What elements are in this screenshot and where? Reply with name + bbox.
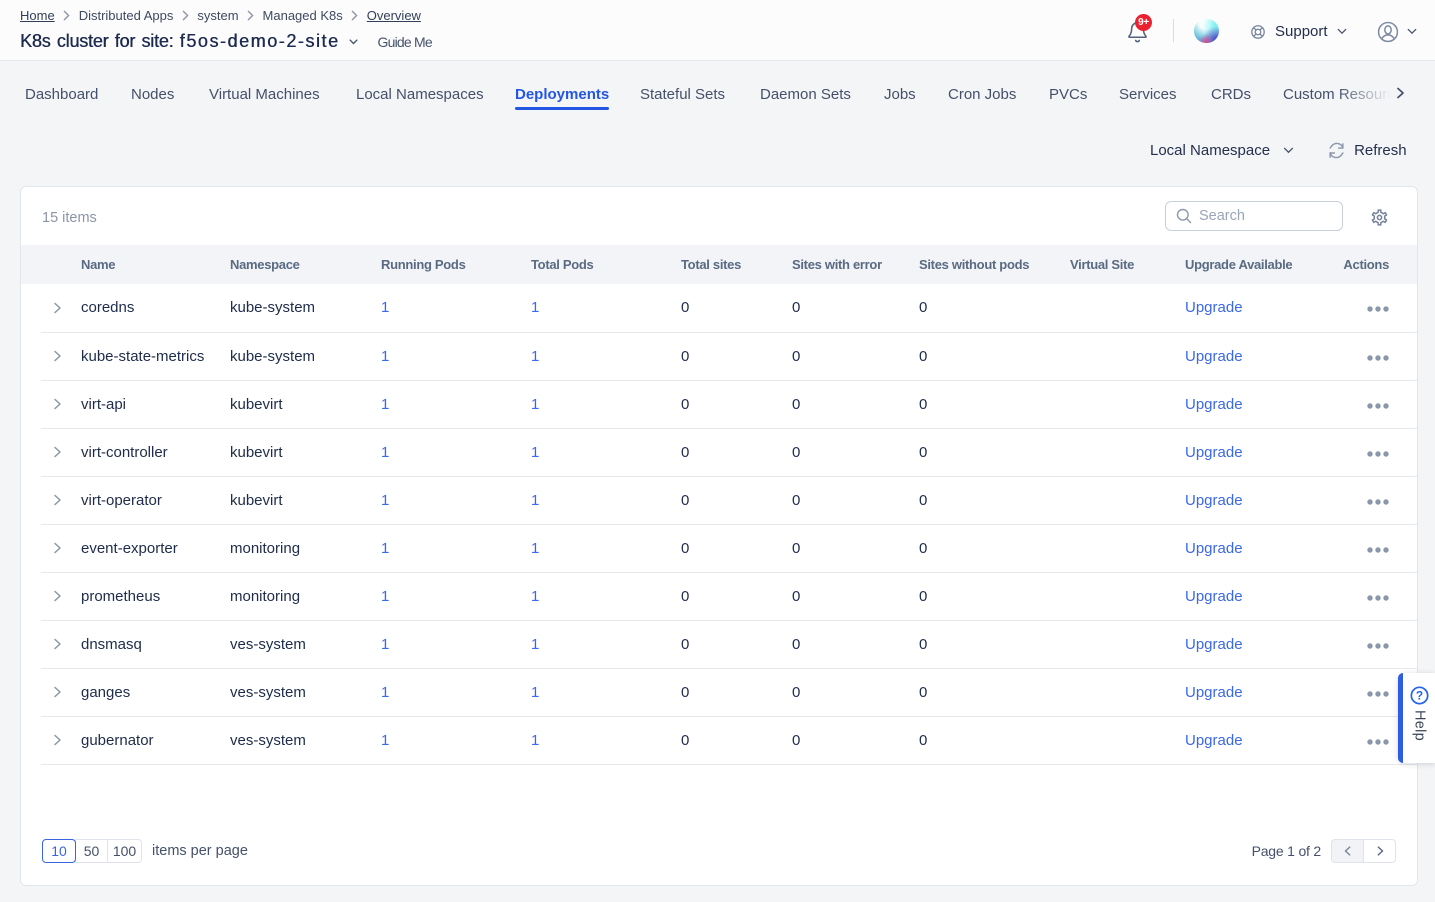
svg-text:?: ? [1416, 689, 1423, 703]
